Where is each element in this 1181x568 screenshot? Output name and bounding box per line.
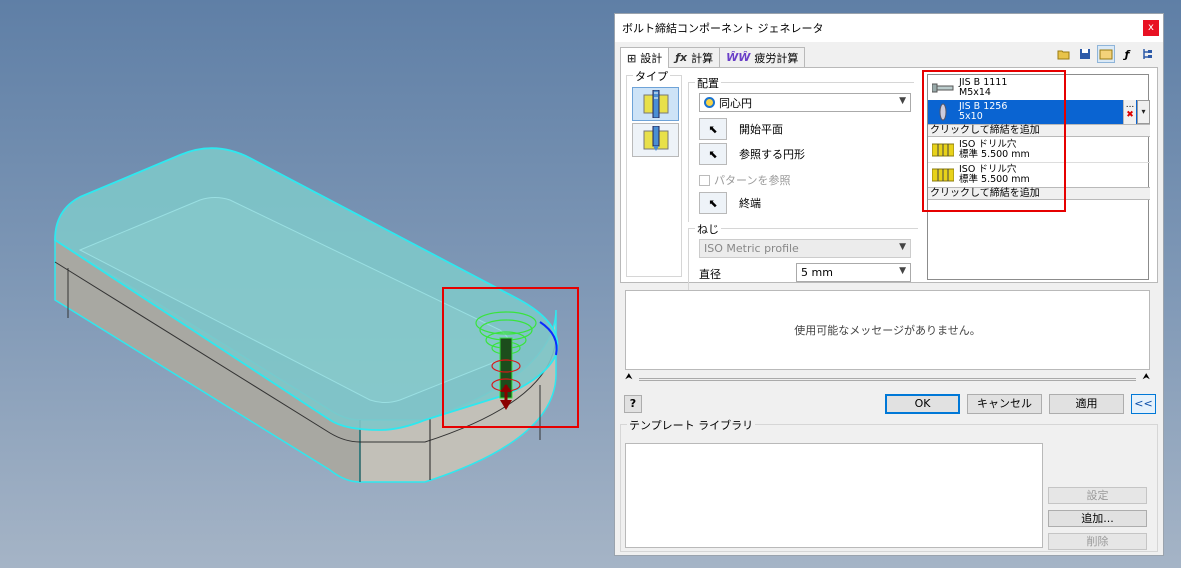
tab-calculation-label: 計算: [691, 51, 714, 65]
end-pick-button[interactable]: ⬉: [699, 192, 727, 214]
placement-mode-value: 同心円: [719, 96, 752, 110]
open-folder-icon[interactable]: [1055, 45, 1073, 63]
expand-up-icon[interactable]: ⮝: [625, 372, 633, 382]
blind-bolt-icon: [643, 126, 668, 151]
start-plane-pick-button[interactable]: ⬉: [699, 118, 727, 140]
diameter-label: 直径: [699, 268, 721, 281]
splitter[interactable]: ⮝ ⮝: [625, 372, 1150, 384]
template-library-group: テンプレート ライブラリ 設定 追加... 削除: [620, 417, 1158, 552]
bolt-highlight-box: [442, 287, 579, 428]
end-label: 終端: [739, 197, 761, 210]
tab-calculation[interactable]: ƒx 計算: [668, 47, 721, 67]
ref-circle-pick-button[interactable]: ⬉: [699, 143, 727, 165]
template-add-button[interactable]: 追加...: [1048, 510, 1147, 527]
preferences-icon[interactable]: [1097, 45, 1115, 63]
tab-strip: ⊞ 設計 ƒx 計算 ŴŴ 疲労計算: [620, 47, 806, 68]
ref-circle-label: 参照する円形: [739, 148, 805, 161]
thread-type-value: ISO Metric profile: [704, 242, 799, 255]
template-settings-button[interactable]: 設定: [1048, 487, 1147, 504]
fastener-highlight-box: [922, 70, 1066, 212]
start-plane-label: 開始平面: [739, 123, 783, 136]
template-delete-button[interactable]: 削除: [1048, 533, 1147, 550]
through-bolt-type-button[interactable]: [632, 87, 679, 121]
type-group-label: タイプ: [633, 68, 670, 84]
fatigue-icon: ŴŴ: [726, 51, 751, 64]
placement-label: 配置: [695, 75, 721, 91]
fastener-side-buttons: ... ✖: [1123, 100, 1136, 124]
through-bolt-icon: [643, 90, 668, 118]
follow-pattern-label: パターンを参照: [714, 174, 791, 187]
message-area: 使用可能なメッセージがありません。: [625, 290, 1150, 370]
type-group: タイプ: [626, 68, 682, 277]
plate-model: [54, 147, 559, 483]
dialog-toolbar: ƒ: [1055, 45, 1157, 63]
cursor-arrow-icon: ⬉: [708, 196, 718, 210]
apply-button[interactable]: 適用: [1049, 394, 1124, 414]
placement-group: 配置 同心円 ▼ ⬉ 開始平面 ⬉ 参照する円形 パターンを参照 ⬉ 終端: [688, 75, 914, 222]
end-row: ⬉ 終端: [699, 192, 761, 214]
design-icon: ⊞: [627, 51, 637, 65]
save-icon[interactable]: [1076, 45, 1094, 63]
diameter-select[interactable]: 5 mm ▼: [796, 263, 911, 282]
chevron-down-icon: ▼: [899, 266, 906, 276]
cursor-arrow-icon: ⬉: [708, 122, 718, 136]
formula-icon[interactable]: ƒ: [1118, 45, 1136, 63]
expand-up-icon[interactable]: ⮝: [1142, 372, 1150, 382]
model-viewport[interactable]: [0, 0, 612, 568]
collapse-button[interactable]: <<: [1131, 394, 1156, 414]
close-button[interactable]: x: [1143, 20, 1159, 36]
blind-bolt-type-button[interactable]: [632, 123, 679, 157]
design-panel: タイプ 配置 同心円 ▼ ⬉ 開始平面 ⬉ 参照する円形 パターンを参照 ⬉ 終…: [620, 67, 1158, 298]
title-bar: ボルト締結コンポーネント ジェネレータ x: [615, 14, 1163, 42]
follow-pattern-checkbox[interactable]: [699, 174, 710, 186]
bolted-connection-dialog: ボルト締結コンポーネント ジェネレータ x ⊞ 設計 ƒx 計算 ŴŴ 疲労計算…: [614, 13, 1164, 556]
chevron-down-icon: ▼: [899, 96, 906, 106]
more-options-button[interactable]: ...: [1126, 100, 1135, 110]
cursor-arrow-icon: ⬉: [708, 147, 718, 161]
fastener-dropdown-button[interactable]: ▾: [1137, 100, 1150, 124]
thread-group: ねじ ISO Metric profile ▼ 直径 5 mm ▼: [688, 221, 918, 298]
cancel-button[interactable]: キャンセル: [967, 394, 1042, 414]
tab-fatigue[interactable]: ŴŴ 疲労計算: [719, 47, 806, 67]
concentric-icon: [704, 97, 715, 108]
ref-circle-row: ⬉ 参照する円形: [699, 143, 805, 165]
diameter-value: 5 mm: [801, 266, 833, 279]
delete-fastener-icon[interactable]: ✖: [1126, 110, 1134, 120]
tab-fatigue-label: 疲労計算: [754, 51, 799, 65]
tree-icon[interactable]: [1139, 45, 1157, 63]
thread-label: ねじ: [695, 221, 721, 237]
window-title: ボルト締結コンポーネント ジェネレータ: [622, 22, 824, 35]
follow-pattern-row: パターンを参照: [699, 172, 790, 188]
tab-design-label: 設計: [640, 52, 663, 65]
ok-button[interactable]: OK: [885, 394, 960, 414]
template-list[interactable]: [625, 443, 1043, 548]
placement-mode-select[interactable]: 同心円 ▼: [699, 93, 911, 112]
message-text: 使用可能なメッセージがありません。: [794, 324, 981, 337]
template-library-label: テンプレート ライブラリ: [627, 417, 756, 433]
start-plane-row: ⬉ 開始平面: [699, 118, 783, 140]
help-button[interactable]: ?: [624, 395, 642, 413]
function-icon: ƒx: [675, 51, 688, 64]
chevron-down-icon: ▼: [899, 242, 906, 252]
thread-type-select[interactable]: ISO Metric profile ▼: [699, 239, 911, 258]
tab-design[interactable]: ⊞ 設計: [620, 47, 670, 68]
